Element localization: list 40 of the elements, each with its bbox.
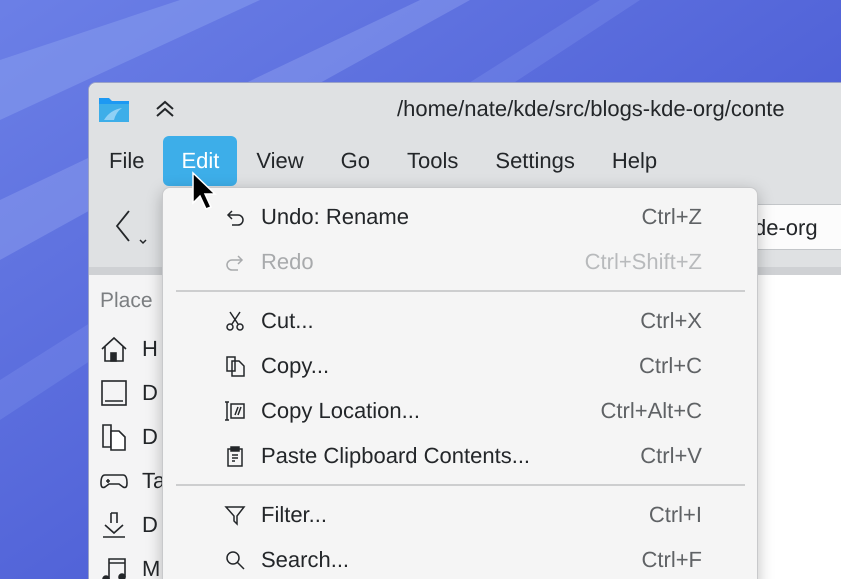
menu-entry[interactable]: Paste Clipboard Contents... Ctrl+V — [163, 433, 757, 478]
menu-entry[interactable]: Cut... Ctrl+X — [163, 298, 757, 343]
scissors-icon — [224, 310, 246, 332]
place-label[interactable]: D — [142, 380, 158, 406]
shortcut-label: Ctrl+C — [639, 352, 702, 378]
double-chevron-up-icon[interactable] — [155, 100, 175, 118]
search-icon — [224, 548, 246, 570]
text-cursor-icon — [224, 400, 246, 422]
shortcut-label: Ctrl+I — [648, 502, 702, 528]
place-label[interactable]: D — [142, 424, 158, 450]
menu-bar-item[interactable]: Help — [594, 136, 676, 186]
places-heading: Place — [100, 289, 153, 314]
funnel-icon — [224, 504, 246, 526]
shortcut-label: Ctrl+Alt+C — [600, 398, 702, 424]
monitor-icon — [100, 379, 128, 407]
menu-entry[interactable]: Undo: Rename Ctrl+Z — [163, 194, 757, 239]
music-note-icon — [100, 555, 128, 579]
shortcut-label: Ctrl+X — [640, 308, 702, 334]
window-title: /home/nate/kde/src/blogs-kde-org/conte — [397, 96, 785, 122]
shortcut-label: Ctrl+F — [642, 546, 702, 572]
menu-entry[interactable]: Search... Ctrl+F — [163, 537, 757, 579]
menu-bar-item[interactable]: Settings — [477, 136, 593, 186]
home-icon — [100, 335, 128, 363]
place-label[interactable]: H — [142, 336, 158, 362]
place-label[interactable]: D — [142, 512, 158, 538]
documents-icon — [100, 423, 128, 451]
download-icon — [100, 511, 128, 539]
place-label[interactable]: M — [142, 556, 160, 579]
menu-bar-item[interactable]: Tools — [389, 136, 476, 186]
copy-icon — [224, 354, 246, 376]
folder-icon — [98, 95, 130, 123]
menu-bar-item[interactable]: View — [238, 136, 322, 186]
menu-bar-item[interactable]: Go — [322, 136, 388, 186]
shortcut-label: Ctrl+Shift+Z — [584, 248, 702, 274]
menu-bar-item[interactable]: File — [91, 136, 162, 186]
menu-entry[interactable]: Filter... Ctrl+I — [163, 492, 757, 537]
shortcut-label: Ctrl+V — [640, 442, 702, 468]
menu-entry[interactable]: Copy Location... Ctrl+Alt+C — [163, 388, 757, 433]
shortcut-label: Ctrl+Z — [642, 204, 702, 230]
menu-entry[interactable]: Copy... Ctrl+C — [163, 343, 757, 388]
